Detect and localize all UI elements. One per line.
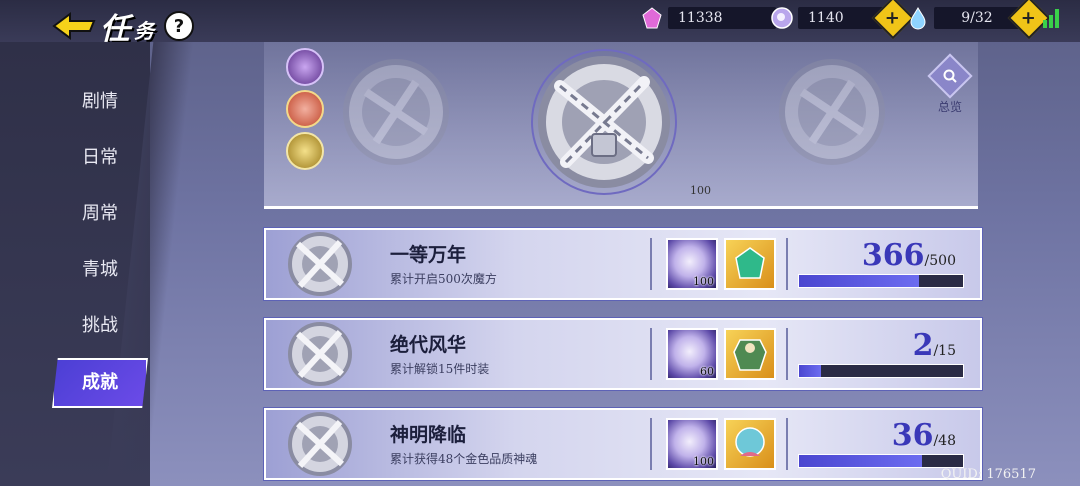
progress-fill <box>799 365 821 377</box>
progress-current: 366 <box>861 238 925 273</box>
sidebar-item-story[interactable]: 剧情 <box>60 84 140 120</box>
achievement-name: 绝代风华 <box>390 334 467 356</box>
sidebar-item-achievement[interactable]: 成就 <box>52 358 148 408</box>
reward-orb-icon[interactable]: 60 <box>666 328 718 380</box>
achievement-row[interactable]: 绝代风华 累计解锁15件时装 60 2/15 <box>264 318 982 390</box>
divider <box>786 418 788 470</box>
category-pip-3[interactable] <box>286 132 324 170</box>
chain-medal-icon <box>288 322 352 386</box>
category-pip-2[interactable] <box>286 90 324 128</box>
overview-label: 总览 <box>937 100 962 114</box>
magnifier-icon <box>927 53 973 99</box>
orb-resource: 1140 + <box>770 0 915 40</box>
reward-emerald-card-icon[interactable] <box>724 238 776 290</box>
divider <box>786 238 788 290</box>
progress-text: 366/500 <box>862 238 956 273</box>
gem-count: 11338 <box>668 7 776 29</box>
medal-right-icon[interactable] <box>772 52 892 172</box>
achievement-name: 神明降临 <box>390 424 467 446</box>
divider <box>650 238 652 290</box>
reward-orb-icon[interactable]: 100 <box>666 418 718 470</box>
user-id: QUID: 176517 <box>940 467 1036 482</box>
reward-deity-card-icon[interactable] <box>724 418 776 470</box>
sidebar-item-weekly[interactable]: 周常 <box>60 196 140 232</box>
emerald-icon <box>735 247 765 279</box>
divider <box>786 328 788 380</box>
achievement-desc: 累计获得48个金色品质神魂 <box>390 452 538 466</box>
progress-text: 36/48 <box>892 418 956 453</box>
achievement-name: 一等万年 <box>390 244 467 266</box>
achievement-row[interactable]: 一等万年 累计开启500次魔方 100 366/500 <box>264 228 982 300</box>
sidebar-item-daily[interactable]: 日常 <box>60 140 140 176</box>
signal-icon <box>1043 9 1059 28</box>
water-drop-icon <box>910 6 926 30</box>
progress-bar <box>798 454 964 468</box>
progress-target: /500 <box>924 253 956 269</box>
reward-qty: 100 <box>693 275 714 288</box>
overview-button[interactable]: 总览 <box>927 53 973 120</box>
back-arrow-icon[interactable] <box>52 11 96 41</box>
achievement-desc: 累计开启500次魔方 <box>390 272 497 286</box>
sidebar-item-qingcheng[interactable]: 青城 <box>60 252 140 288</box>
reward-qty: 60 <box>700 365 714 378</box>
reward-orb-icon[interactable]: 100 <box>666 238 718 290</box>
progress-fill <box>799 455 922 467</box>
costume-icon <box>733 339 767 371</box>
category-pip-1[interactable] <box>286 48 324 86</box>
gem-resource: 11338 <box>640 6 776 30</box>
progress-text: 2/15 <box>913 328 956 363</box>
progress-fill <box>799 275 920 287</box>
chain-medal-icon <box>288 412 352 476</box>
medal-featured-icon[interactable] <box>520 42 688 198</box>
plus-icon: + <box>885 7 901 29</box>
reward-costume-card-icon[interactable] <box>724 328 776 380</box>
achievement-desc: 累计解锁15件时装 <box>390 362 490 376</box>
pink-gem-icon <box>642 7 662 29</box>
help-button[interactable]: ? <box>164 11 194 41</box>
reward-qty: 100 <box>693 455 714 468</box>
stamina-resource: 9/32 + <box>906 0 1051 40</box>
partial-reward-qty: 100 <box>690 184 711 197</box>
divider <box>650 328 652 380</box>
progress-current: 2 <box>912 328 934 363</box>
progress-target: /15 <box>933 343 956 359</box>
progress-current: 36 <box>891 418 934 453</box>
progress-bar <box>798 364 964 378</box>
achievement-row[interactable]: 神明降临 累计获得48个金色品质神魂 100 36/48 <box>264 408 982 480</box>
divider <box>650 418 652 470</box>
magic-orb-icon <box>771 7 793 29</box>
plus-icon: + <box>1021 7 1037 29</box>
medal-left-icon[interactable] <box>336 52 456 172</box>
deity-icon <box>735 427 765 457</box>
title-sub-text: 务 <box>134 18 154 43</box>
sidebar-item-challenge[interactable]: 挑战 <box>60 308 140 344</box>
progress-target: /48 <box>933 433 956 449</box>
progress-bar <box>798 274 964 288</box>
chain-medal-icon <box>288 232 352 296</box>
